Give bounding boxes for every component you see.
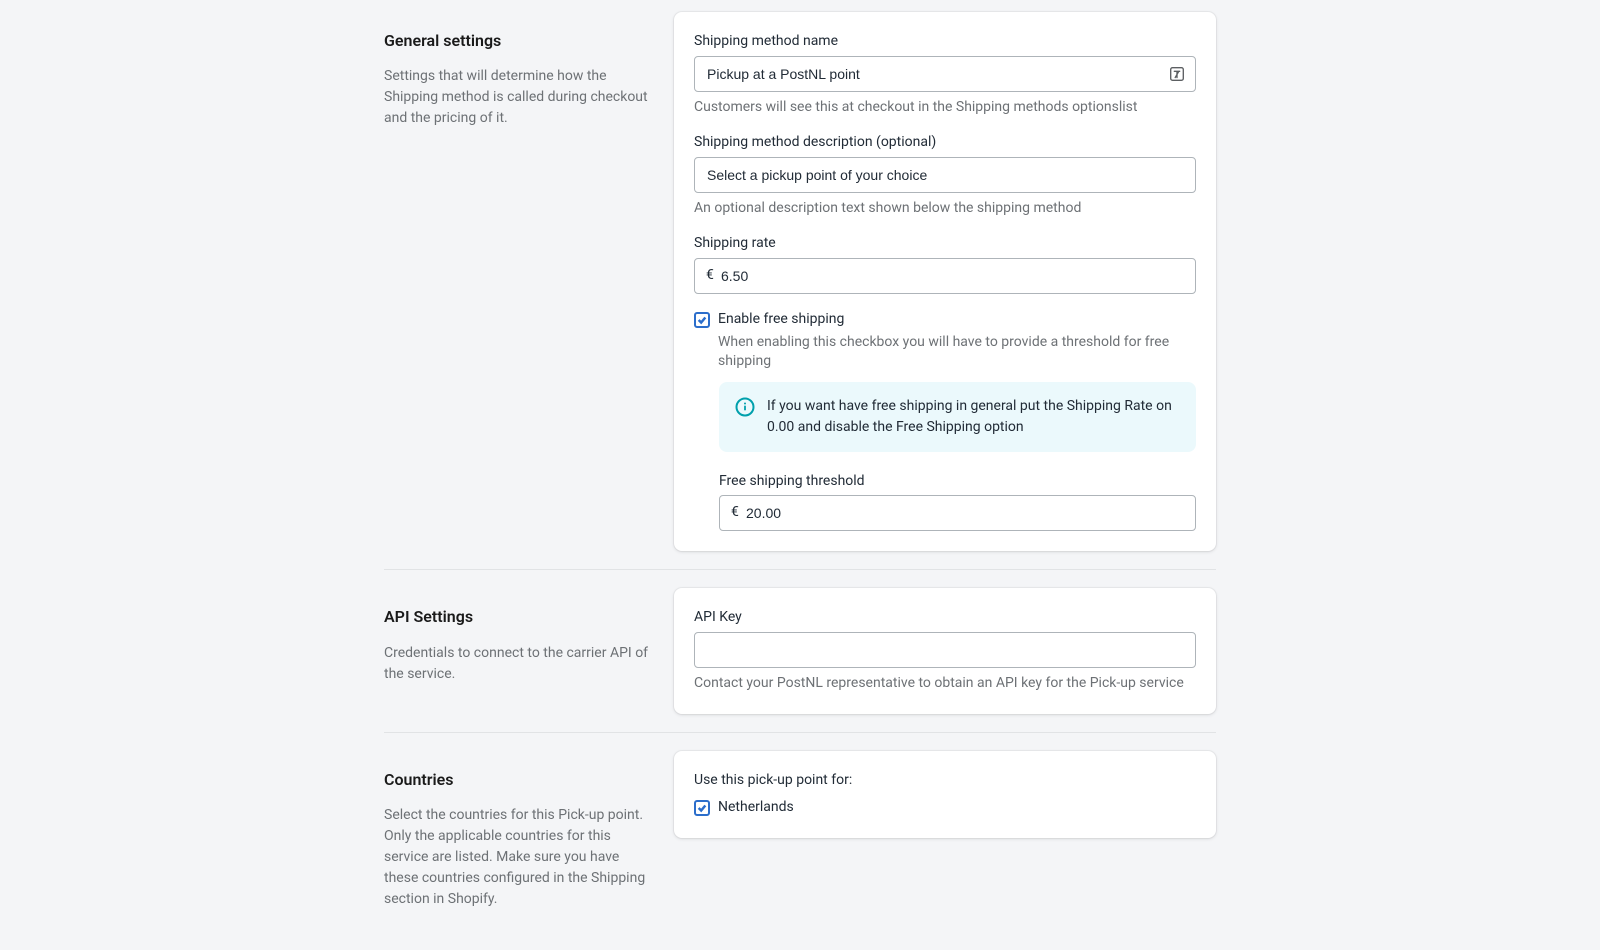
input-threshold[interactable] — [719, 495, 1196, 531]
help-api-key: Contact your PostNL representative to ob… — [694, 674, 1196, 694]
banner-free-shipping-info: If you want have free shipping in genera… — [719, 382, 1196, 452]
banner-text: If you want have free shipping in genera… — [767, 396, 1180, 438]
label-shipping-rate: Shipping rate — [694, 234, 1196, 254]
section-right: API Key Contact your PostNL representati… — [674, 588, 1216, 713]
section-countries: Countries Select the countries for this … — [384, 751, 1216, 910]
help-method-description: An optional description text shown below… — [694, 199, 1196, 219]
translate-icon[interactable] — [1168, 65, 1186, 83]
section-general: General settings Settings that will dete… — [384, 12, 1216, 551]
countries-prompt: Use this pick-up point for: — [694, 771, 1196, 791]
help-method-name: Customers will see this at checkout in t… — [694, 98, 1196, 118]
section-desc-general: Settings that will determine how the Shi… — [384, 66, 654, 129]
field-method-name: Shipping method name Customers will see … — [694, 32, 1196, 117]
section-left: Countries Select the countries for this … — [384, 751, 654, 910]
info-icon — [735, 397, 755, 417]
section-api: API Settings Credentials to connect to t… — [384, 588, 1216, 713]
label-free-shipping[interactable]: Enable free shipping — [718, 310, 844, 330]
label-method-description: Shipping method description (optional) — [694, 133, 1196, 153]
currency-symbol-rate: € — [706, 266, 714, 286]
input-shipping-rate[interactable] — [694, 258, 1196, 294]
currency-input-threshold: € — [719, 495, 1196, 531]
field-threshold: Free shipping threshold € — [719, 472, 1196, 532]
help-free-shipping: When enabling this checkbox you will hav… — [718, 333, 1196, 372]
input-api-key[interactable] — [694, 632, 1196, 668]
section-desc-api: Credentials to connect to the carrier AP… — [384, 643, 654, 685]
country-item: Netherlands — [694, 798, 1196, 818]
label-country-netherlands[interactable]: Netherlands — [718, 798, 794, 818]
section-left: General settings Settings that will dete… — [384, 12, 654, 551]
field-api-key: API Key Contact your PostNL representati… — [694, 608, 1196, 693]
field-method-description: Shipping method description (optional) A… — [694, 133, 1196, 218]
card-countries: Use this pick-up point for: Netherlands — [674, 751, 1216, 838]
input-wrap-method-name — [694, 56, 1196, 92]
section-title-countries: Countries — [384, 769, 654, 791]
divider — [384, 732, 1216, 733]
input-method-description[interactable] — [694, 157, 1196, 193]
section-title-general: General settings — [384, 30, 654, 52]
section-right: Use this pick-up point for: Netherlands — [674, 751, 1216, 910]
checkbox-country-netherlands[interactable] — [694, 800, 710, 816]
field-free-shipping: Enable free shipping When enabling this … — [694, 310, 1196, 531]
label-method-name: Shipping method name — [694, 32, 1196, 52]
section-title-api: API Settings — [384, 606, 654, 628]
section-right: Shipping method name Customers will see … — [674, 12, 1216, 551]
countries-list: Netherlands — [694, 798, 1196, 818]
currency-input-rate: € — [694, 258, 1196, 294]
label-threshold: Free shipping threshold — [719, 472, 1196, 492]
checkbox-row-free-shipping: Enable free shipping — [694, 310, 1196, 330]
divider — [384, 569, 1216, 570]
currency-symbol-threshold: € — [731, 504, 739, 524]
section-desc-countries: Select the countries for this Pick-up po… — [384, 805, 654, 910]
label-api-key: API Key — [694, 608, 1196, 628]
input-method-name[interactable] — [694, 56, 1196, 92]
section-left: API Settings Credentials to connect to t… — [384, 588, 654, 713]
card-api: API Key Contact your PostNL representati… — [674, 588, 1216, 713]
field-shipping-rate: Shipping rate € — [694, 234, 1196, 294]
card-general: Shipping method name Customers will see … — [674, 12, 1216, 551]
checkbox-free-shipping[interactable] — [694, 312, 710, 328]
